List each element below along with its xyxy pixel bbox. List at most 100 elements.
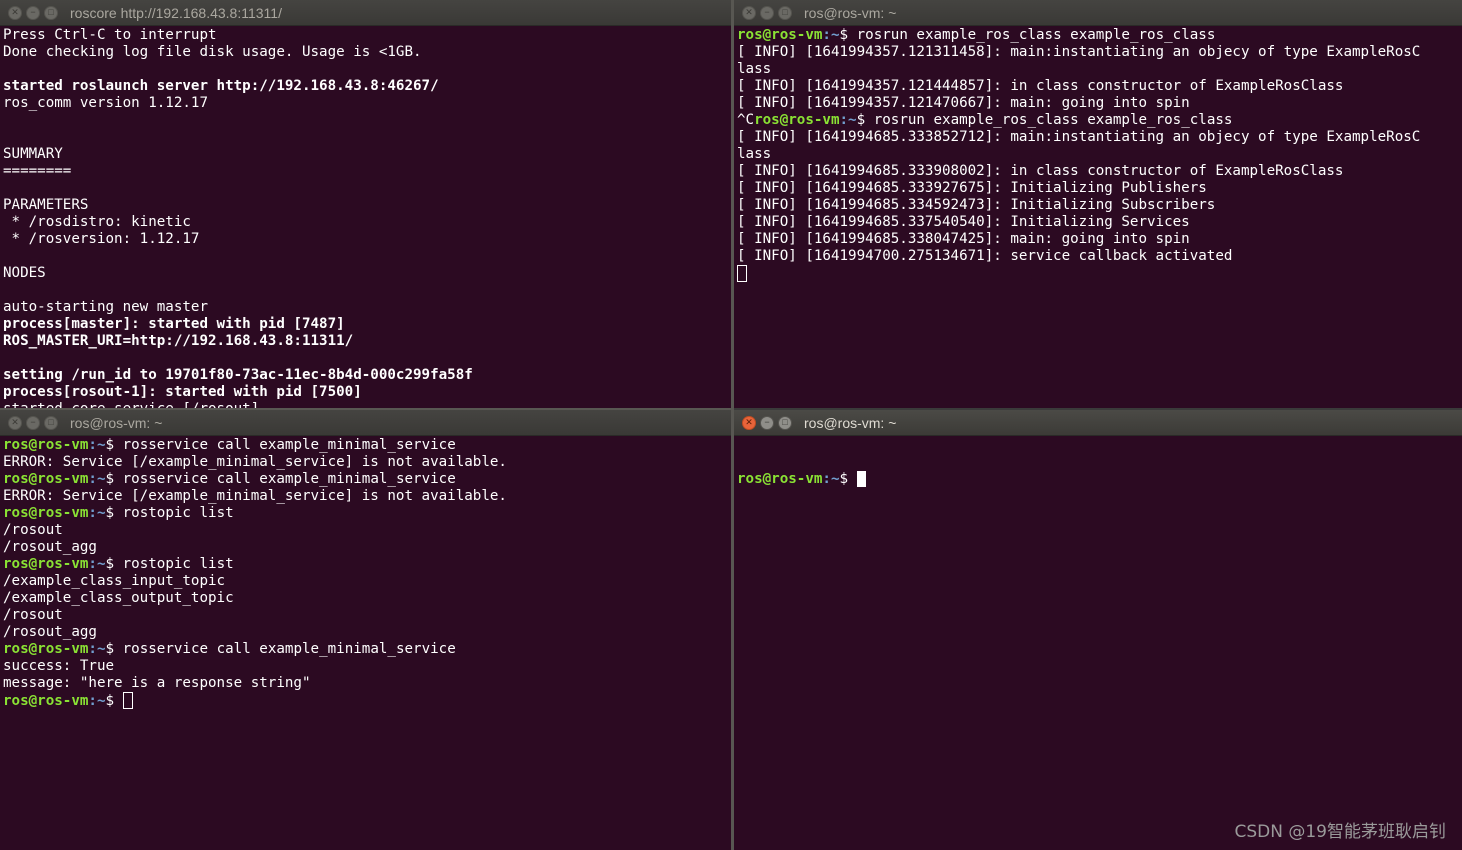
line-text: lass: [737, 61, 772, 77]
line-text: rostopic list: [122, 505, 234, 521]
text-cursor: [856, 471, 866, 487]
terminal-line: [ INFO] [1641994685.333908002]: in class…: [737, 163, 1462, 180]
terminal-line: [ INFO] [1641994685.333852712]: main:ins…: [737, 129, 1462, 146]
prompt-user: ros@ros-vm: [3, 556, 89, 572]
terminal-line: Done checking log file disk usage. Usage…: [3, 44, 422, 60]
terminal-output[interactable]: ros@ros-vm:~$: [737, 437, 1462, 850]
terminal-line: lass: [737, 146, 1462, 163]
close-icon[interactable]: ✕: [742, 5, 756, 20]
window-titlebar[interactable]: ✕ − □ ros@ros-vm: ~: [734, 0, 1462, 26]
line-text: [ INFO] [1641994357.121311458]: main:ins…: [737, 44, 1421, 60]
terminal-line: /rosout_agg: [3, 624, 731, 641]
terminal-line: /example_class_input_topic: [3, 573, 731, 590]
line-text: rostopic list: [122, 556, 234, 572]
prompt-path: :~: [88, 471, 106, 487]
close-icon[interactable]: ✕: [742, 415, 756, 430]
maximize-icon[interactable]: □: [44, 415, 58, 430]
terminal-line: ERROR: Service [/example_minimal_service…: [3, 488, 731, 505]
terminal-line: setting /run_id to 19701f80-73ac-11ec-8b…: [3, 367, 473, 383]
terminal-line: [ INFO] [1641994685.337540540]: Initiali…: [737, 214, 1462, 231]
prompt-line: ros@ros-vm:~$: [737, 471, 1462, 488]
terminal-line: process[master]: started with pid [7487]: [3, 316, 345, 332]
roscore-terminal-window[interactable]: ✕ − □ roscore http://192.168.43.8:11311/…: [0, 0, 731, 408]
terminal-line: ros@ros-vm:~$ rosservice call example_mi…: [3, 437, 731, 454]
active-terminal-window[interactable]: ✕ − □ ros@ros-vm: ~ ros@ros-vm:~$: [734, 410, 1462, 850]
terminal-output[interactable]: ros@ros-vm:~$ rosrun example_ros_class e…: [737, 27, 1462, 408]
rosservice-terminal-window[interactable]: ✕ − □ ros@ros-vm: ~ ros@ros-vm:~$ rosser…: [0, 410, 731, 850]
terminal-line: ========: [3, 163, 72, 179]
prompt-symbol: $: [105, 641, 123, 657]
line-text: /rosout: [3, 607, 63, 623]
window-titlebar[interactable]: ✕ − □ ros@ros-vm: ~: [0, 410, 731, 436]
window-titlebar[interactable]: ✕ − □ roscore http://192.168.43.8:11311/: [0, 0, 731, 26]
terminal-line: ros@ros-vm:~$ rosrun example_ros_class e…: [737, 27, 1462, 44]
terminal-line: started roslaunch server http://192.168.…: [3, 78, 439, 94]
prompt-user: ros@ros-vm: [3, 693, 89, 709]
window-titlebar[interactable]: ✕ − □ ros@ros-vm: ~: [734, 410, 1462, 436]
prompt-symbol: $: [105, 505, 123, 521]
line-text: success: True: [3, 658, 115, 674]
prompt-path: :~: [88, 693, 106, 709]
terminal-output[interactable]: ros@ros-vm:~$ rosservice call example_mi…: [3, 437, 731, 850]
line-text: [ INFO] [1641994685.334592473]: Initiali…: [737, 197, 1216, 213]
terminal-line: /rosout: [3, 522, 731, 539]
maximize-icon[interactable]: □: [778, 5, 792, 20]
prompt-path: :~: [88, 556, 106, 572]
text-cursor: [737, 265, 747, 282]
prompt-symbol: $: [856, 112, 874, 128]
terminal-line: ROS_MASTER_URI=http://192.168.43.8:11311…: [3, 333, 354, 349]
close-icon[interactable]: ✕: [8, 415, 22, 430]
prompt-user: ros@ros-vm: [3, 471, 89, 487]
close-icon[interactable]: ✕: [8, 5, 22, 20]
line-text: /example_class_input_topic: [3, 573, 226, 589]
terminal-line: ros@ros-vm:~$ rostopic list: [3, 505, 731, 522]
prompt-path: :~: [822, 27, 840, 43]
maximize-icon[interactable]: □: [778, 415, 792, 430]
pane-divider-horizontal[interactable]: [0, 408, 731, 410]
terminal-line: lass: [737, 61, 1462, 78]
watermark: CSDN @19智能茅班耿启钊: [1234, 822, 1446, 842]
line-text: /rosout: [3, 522, 63, 538]
line-text: [ INFO] [1641994685.337540540]: Initiali…: [737, 214, 1190, 230]
line-text: [ INFO] [1641994685.333927675]: Initiali…: [737, 180, 1207, 196]
prompt-symbol: $: [839, 27, 857, 43]
terminal-output[interactable]: Press Ctrl-C to interrupt Done checking l…: [3, 27, 731, 408]
prompt-path: :~: [88, 505, 106, 521]
line-text: [ INFO] [1641994357.121444857]: in class…: [737, 78, 1344, 94]
terminal-line: ^Cros@ros-vm:~$ rosrun example_ros_class…: [737, 112, 1462, 129]
window-title: roscore http://192.168.43.8:11311/: [70, 4, 282, 21]
prompt-user: ros@ros-vm: [3, 437, 89, 453]
pane-divider-vertical[interactable]: [731, 0, 734, 850]
minimize-icon[interactable]: −: [26, 5, 40, 20]
minimize-icon[interactable]: −: [760, 415, 774, 430]
terminal-line: ros@ros-vm:~$ rostopic list: [3, 556, 731, 573]
prompt-path: :~: [822, 471, 840, 487]
terminal-line: message: "here is a response string": [3, 675, 731, 692]
line-text: rosrun example_ros_class example_ros_cla…: [873, 112, 1233, 128]
terminal-line: * /rosdistro: kinetic: [3, 214, 191, 230]
line-text: [ INFO] [1641994685.338047425]: main: go…: [737, 231, 1190, 247]
terminal-line: [ INFO] [1641994685.338047425]: main: go…: [737, 231, 1462, 248]
prompt-symbol: $: [105, 471, 123, 487]
terminal-line: ros_comm version 1.12.17: [3, 95, 208, 111]
window-title: ros@ros-vm: ~: [70, 414, 163, 431]
line-text: /rosout_agg: [3, 624, 97, 640]
line-text: /rosout_agg: [3, 539, 97, 555]
terminal-line: [ INFO] [1641994357.121444857]: in class…: [737, 78, 1462, 95]
maximize-icon[interactable]: □: [44, 5, 58, 20]
minimize-icon[interactable]: −: [760, 5, 774, 20]
prompt-user: ros@ros-vm: [3, 505, 89, 521]
rosrun-terminal-window[interactable]: ✕ − □ ros@ros-vm: ~ ros@ros-vm:~$ rosrun…: [734, 0, 1462, 408]
minimize-icon[interactable]: −: [26, 415, 40, 430]
prompt-user: ros@ros-vm: [3, 641, 89, 657]
terminal-line: [ INFO] [1641994357.121311458]: main:ins…: [737, 44, 1462, 61]
terminal-line: ERROR: Service [/example_minimal_service…: [3, 454, 731, 471]
terminal-line: [ INFO] [1641994685.333927675]: Initiali…: [737, 180, 1462, 197]
terminal-line: /rosout: [3, 607, 731, 624]
prompt-path: :~: [88, 641, 106, 657]
line-text: [ INFO] [1641994700.275134671]: service …: [737, 248, 1233, 264]
